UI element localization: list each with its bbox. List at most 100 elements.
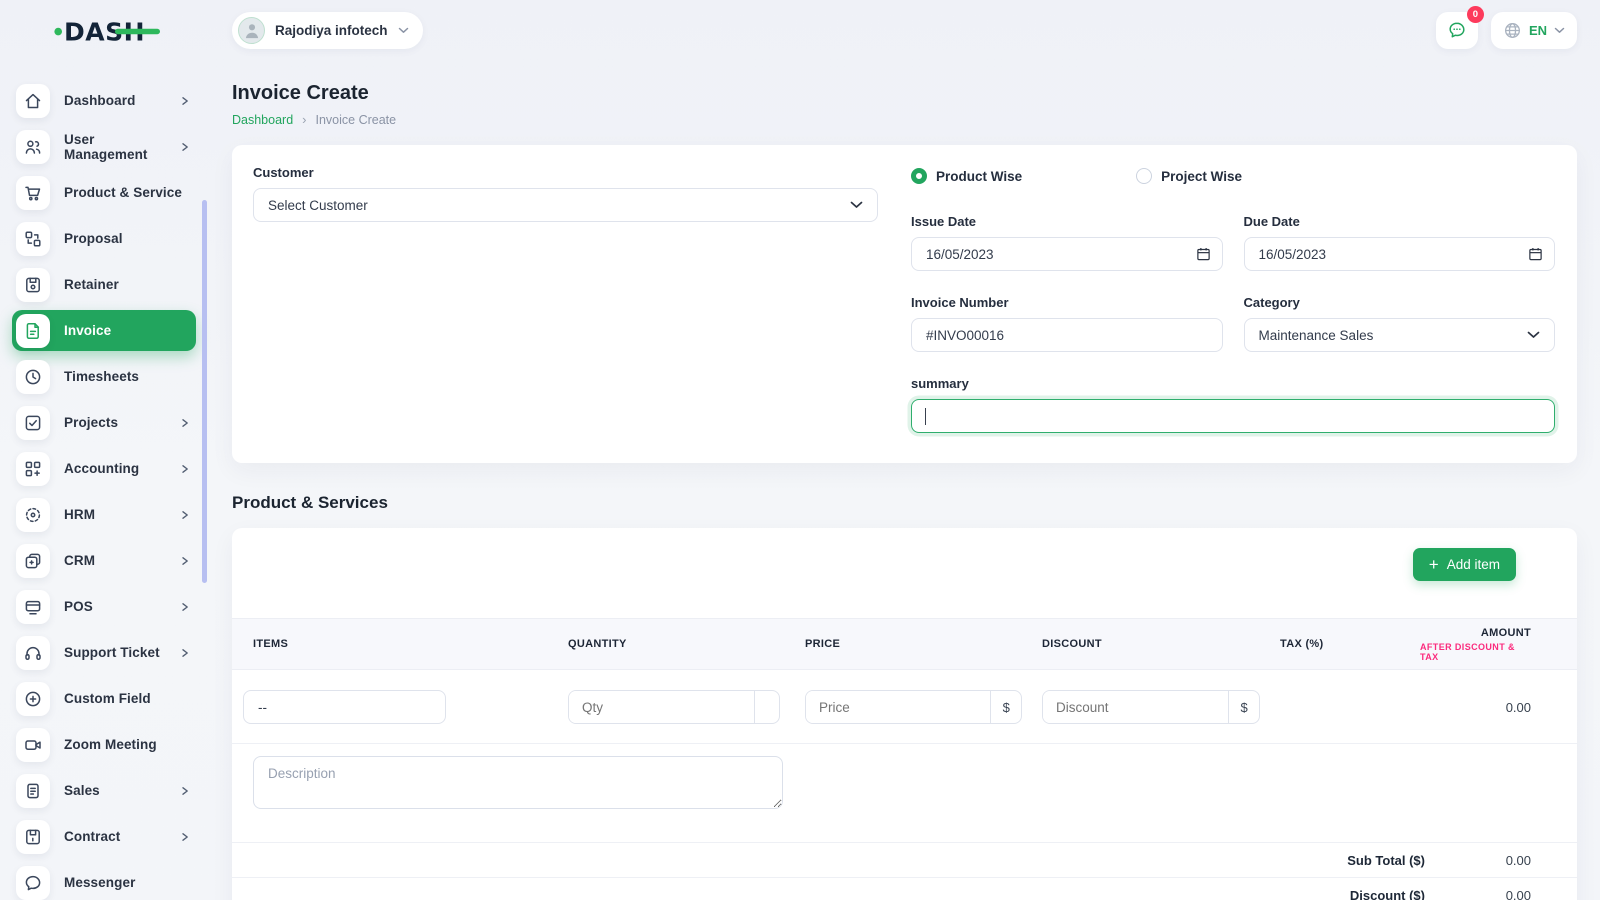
sidebar-item-custom-field[interactable]: Custom Field <box>12 678 196 719</box>
chevron-right-icon <box>180 96 190 106</box>
clock-icon <box>16 360 50 394</box>
chevron-right-icon <box>180 556 190 566</box>
category-select-value: Maintenance Sales <box>1259 328 1374 343</box>
customer-select-value: Select Customer <box>268 198 368 213</box>
sidebar-item-accounting[interactable]: Accounting <box>12 448 196 489</box>
topbar: Rajodiya infotech 0 <box>232 0 1577 60</box>
price-group: $ <box>805 690 1022 724</box>
globe-icon <box>1503 21 1522 40</box>
calendar-icon[interactable] <box>1196 246 1211 262</box>
amount-note: AFTER DISCOUNT & TAX <box>1420 642 1531 662</box>
chevron-right-icon <box>180 510 190 520</box>
price-currency: $ <box>990 691 1021 723</box>
chevron-right-icon <box>180 464 190 474</box>
chevron-right-icon <box>180 786 190 796</box>
invoice-form-card: Customer Select Customer Product Wise Pr… <box>232 145 1577 463</box>
crm-icon <box>16 544 50 578</box>
sidebar-item-hrm[interactable]: HRM <box>12 494 196 535</box>
chevron-right-icon <box>180 142 190 152</box>
subtotal-label: Sub Total ($) <box>1347 853 1425 868</box>
subtotal-value: 0.00 <box>1425 853 1577 868</box>
chevron-right-icon <box>180 602 190 612</box>
breadcrumb-dashboard-link[interactable]: Dashboard <box>232 113 293 127</box>
language-selector[interactable]: EN <box>1491 12 1577 49</box>
description-textarea[interactable] <box>253 756 783 809</box>
chevron-right-icon <box>180 648 190 658</box>
summary-textarea[interactable] <box>911 399 1555 433</box>
item-row: $ $ 0.00 <box>232 670 1577 744</box>
items-table-card: + Add item ITEMS QUANTITY PRICE DISCOUNT… <box>232 528 1577 900</box>
customer-select[interactable]: Select Customer <box>253 188 878 222</box>
accounting-icon <box>16 452 50 486</box>
company-selector[interactable]: Rajodiya infotech <box>232 12 423 49</box>
app-logo[interactable]: DASH <box>0 0 208 62</box>
radio-unselected-icon <box>1136 168 1152 184</box>
sidebar-scrollbar-thumb[interactable] <box>202 200 207 583</box>
sidebar-item-pos[interactable]: POS <box>12 586 196 627</box>
page-title: Invoice Create <box>232 82 1577 105</box>
avatar <box>238 17 265 44</box>
sidebar-item-crm[interactable]: CRM <box>12 540 196 581</box>
retainer-icon <box>16 268 50 302</box>
chevron-right-icon <box>180 142 190 152</box>
language-code: EN <box>1529 23 1547 38</box>
sales-icon <box>16 774 50 808</box>
price-input[interactable] <box>806 691 990 723</box>
chevron-right-icon <box>180 832 190 842</box>
calendar-icon[interactable] <box>1528 246 1543 262</box>
invoice-number-input[interactable] <box>911 318 1223 352</box>
invoice-number-label: Invoice Number <box>911 295 1223 310</box>
sidebar-item-timesheets[interactable]: Timesheets <box>12 356 196 397</box>
support-icon <box>16 636 50 670</box>
sidebar-item-contract[interactable]: Contract <box>12 816 196 857</box>
company-name: Rajodiya infotech <box>275 23 388 38</box>
sidebar-item-zoom-meeting[interactable]: Zoom Meeting <box>12 724 196 765</box>
summary-label: summary <box>911 376 1555 391</box>
radio-project-wise[interactable]: Project Wise <box>1136 168 1242 184</box>
sidebar-item-dashboard[interactable]: Dashboard <box>12 80 196 121</box>
column-tax: TAX (%) <box>1270 619 1410 669</box>
discount-total-row: Discount ($) 0.00 <box>232 878 1577 900</box>
item-select[interactable] <box>243 690 446 724</box>
sidebar: DASH Dashboard User Management Product & S… <box>0 0 208 900</box>
sidebar-item-user-management[interactable]: User Management <box>12 126 196 167</box>
sidebar-item-proposal[interactable]: Proposal <box>12 218 196 259</box>
text-caret <box>925 408 926 425</box>
sidebar-item-messenger[interactable]: Messenger <box>12 862 196 900</box>
add-item-button[interactable]: + Add item <box>1413 548 1516 581</box>
sidebar-item-projects[interactable]: Projects <box>12 402 196 443</box>
issue-date-input[interactable] <box>911 237 1223 271</box>
messages-badge: 0 <box>1467 6 1484 23</box>
category-select[interactable]: Maintenance Sales <box>1244 318 1556 352</box>
plus-icon: + <box>1429 556 1439 573</box>
proposal-icon <box>16 222 50 256</box>
messages-button[interactable]: 0 <box>1436 12 1478 49</box>
issue-date-label: Issue Date <box>911 214 1223 229</box>
sidebar-item-sales[interactable]: Sales <box>12 770 196 811</box>
discount-total-value: 0.00 <box>1425 888 1577 900</box>
sidebar-item-retainer[interactable]: Retainer <box>12 264 196 305</box>
column-discount: DISCOUNT <box>1032 619 1270 669</box>
quantity-input[interactable] <box>569 691 754 723</box>
discount-input[interactable] <box>1043 691 1228 723</box>
custom-field-icon <box>16 682 50 716</box>
chevron-right-icon <box>180 96 190 106</box>
radio-product-wise[interactable]: Product Wise <box>911 168 1022 184</box>
cart-icon <box>16 176 50 210</box>
sidebar-item-invoice[interactable]: Invoice <box>12 310 196 351</box>
sidebar-item-support-ticket[interactable]: Support Ticket <box>12 632 196 673</box>
projects-icon <box>16 406 50 440</box>
column-items: ITEMS <box>232 619 558 669</box>
users-icon <box>16 130 50 164</box>
invoice-icon <box>16 314 50 348</box>
customer-label: Customer <box>253 165 878 180</box>
chevron-right-icon <box>180 832 190 842</box>
quantity-group <box>568 690 780 724</box>
sidebar-item-product-service[interactable]: Product & Service <box>12 172 196 213</box>
chevron-right-icon <box>180 418 190 428</box>
pos-icon <box>16 590 50 624</box>
column-amount: AMOUNT AFTER DISCOUNT & TAX <box>1410 619 1577 669</box>
chevron-right-icon <box>180 464 190 474</box>
due-date-input[interactable] <box>1244 237 1556 271</box>
discount-total-label: Discount ($) <box>1350 888 1425 900</box>
